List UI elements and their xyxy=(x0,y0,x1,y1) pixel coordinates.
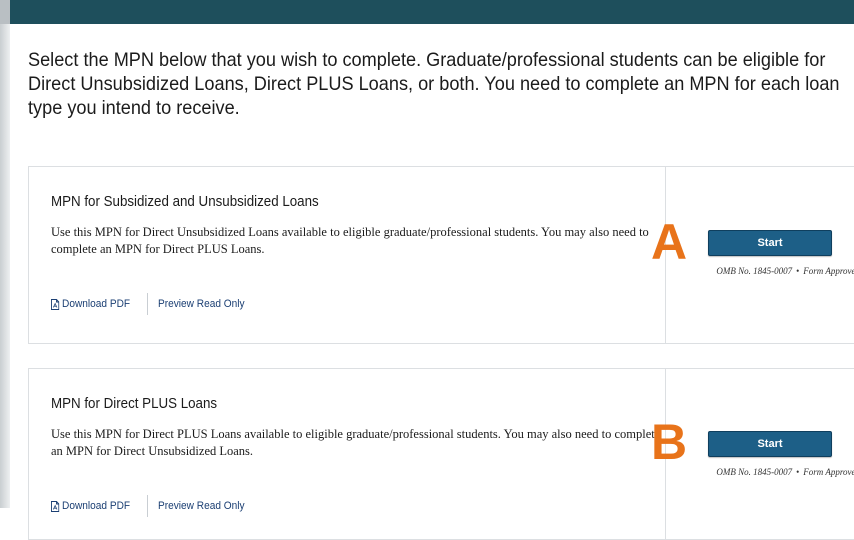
page-content: Select the MPN below that you wish to co… xyxy=(10,24,854,540)
start-button-direct-plus[interactable]: Start xyxy=(708,431,832,457)
annotation-marker-a: A xyxy=(651,214,688,270)
omb-number: OMB No. 1845-0007 xyxy=(716,266,793,276)
download-pdf-link[interactable]: Download PDF xyxy=(51,298,130,310)
pdf-file-icon xyxy=(51,298,60,310)
card-links: Download PDF Preview Read Only xyxy=(51,495,252,517)
mpn-card-subsidized-unsubsidized: MPN for Subsidized and Unsubsidized Loan… xyxy=(28,166,854,344)
omb-note: OMB No. 1845-0007•Form Approved xyxy=(690,266,854,276)
pdf-file-icon xyxy=(51,500,60,512)
omb-separator: • xyxy=(796,467,800,477)
omb-number: OMB No. 1845-0007 xyxy=(716,467,793,477)
link-separator xyxy=(146,293,148,315)
download-pdf-label: Download PDF xyxy=(62,298,131,310)
header-bar xyxy=(10,0,854,24)
intro-text: Select the MPN below that you wish to co… xyxy=(28,49,840,119)
form-status: Form Approved xyxy=(803,266,854,276)
omb-separator: • xyxy=(796,266,800,276)
card-title: MPN for Direct PLUS Loans xyxy=(51,396,218,412)
download-pdf-label: Download PDF xyxy=(62,500,131,512)
mpn-card-direct-plus: MPN for Direct PLUS Loans Use this MPN f… xyxy=(28,368,854,540)
omb-note: OMB No. 1845-0007•Form Approved xyxy=(690,467,854,477)
card-title: MPN for Subsidized and Unsubsidized Loan… xyxy=(51,194,319,210)
download-pdf-link[interactable]: Download PDF xyxy=(51,500,130,512)
left-edge-shadow xyxy=(0,24,10,508)
card-description: Use this MPN for Direct Unsubsidized Loa… xyxy=(51,225,649,256)
preview-read-only-link[interactable]: Preview Read Only xyxy=(158,298,245,310)
annotation-marker-b: B xyxy=(651,414,688,470)
preview-read-only-link[interactable]: Preview Read Only xyxy=(158,500,245,512)
form-status: Form Approved xyxy=(803,467,854,477)
card-links: Download PDF Preview Read Only xyxy=(51,293,252,315)
link-separator xyxy=(146,495,148,517)
card-description: Use this MPN for Direct PLUS Loans avail… xyxy=(51,427,661,458)
start-button-subsidized-unsubsidized[interactable]: Start xyxy=(708,230,832,256)
